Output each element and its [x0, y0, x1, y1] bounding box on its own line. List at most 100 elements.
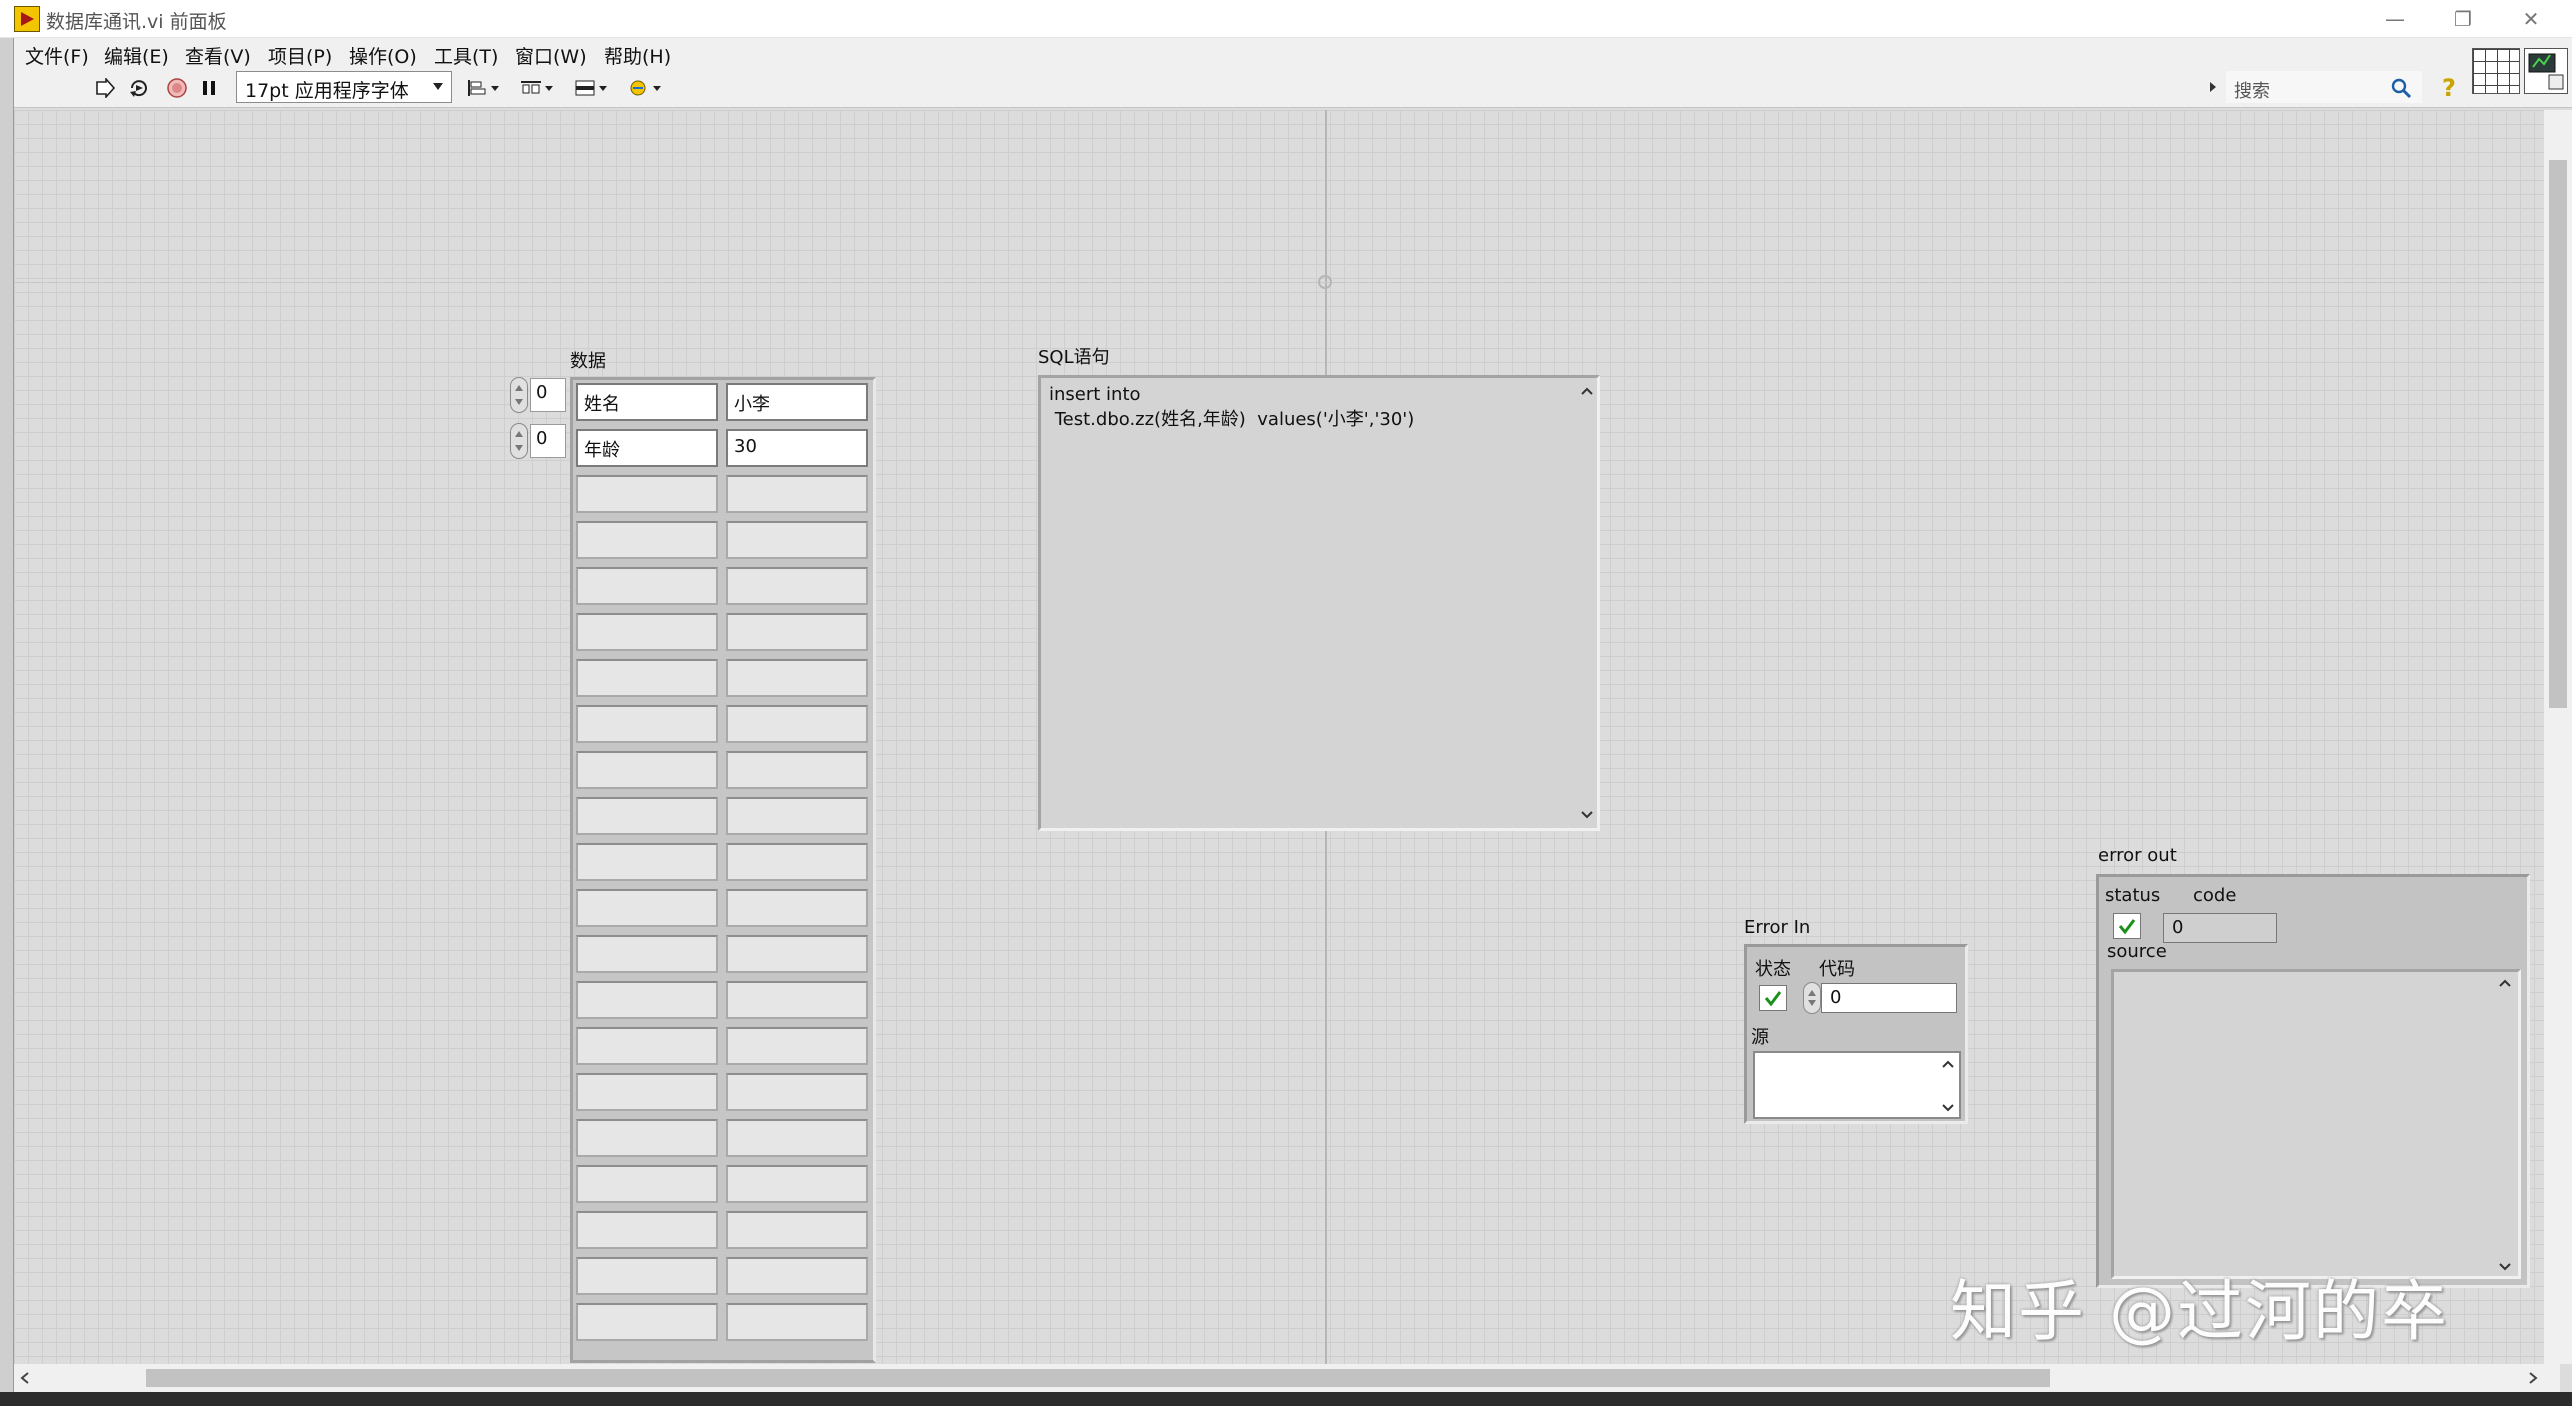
error-out-cluster: status code 0 source — [2096, 874, 2530, 1288]
array-element-empty[interactable] — [576, 1027, 718, 1065]
array-element-empty[interactable] — [576, 1073, 718, 1111]
array-element-empty[interactable] — [576, 751, 718, 789]
error-in-status-checkbox[interactable] — [1759, 985, 1787, 1011]
array-element-empty[interactable] — [576, 613, 718, 651]
array-element-empty[interactable] — [726, 1073, 868, 1111]
array-element-empty[interactable] — [576, 1303, 718, 1341]
toolbar: 17pt 应用程序字体 搜索 ? — [0, 48, 2572, 108]
array-element-empty[interactable] — [726, 1257, 868, 1295]
array-element-empty[interactable] — [576, 1257, 718, 1295]
error-out-label: error out — [2098, 845, 2177, 866]
error-in-source-label: 源 — [1751, 1027, 1769, 1048]
index-row-field[interactable]: 0 — [530, 378, 566, 412]
error-out-status-label: status — [2105, 885, 2161, 906]
array-element-empty[interactable] — [726, 567, 868, 605]
array-element-empty[interactable] — [726, 751, 868, 789]
reorder-icon[interactable] — [626, 76, 664, 100]
sql-label: SQL语句 — [1038, 347, 1110, 368]
array-element-empty[interactable] — [726, 1165, 868, 1203]
menu-view[interactable]: 查看(V) — [185, 42, 251, 69]
array-element-empty[interactable] — [726, 659, 868, 697]
align-objects-icon[interactable] — [464, 76, 502, 100]
array-element-empty[interactable] — [576, 981, 718, 1019]
error-in-source-field[interactable] — [1753, 1051, 1961, 1119]
array-element-empty[interactable] — [726, 705, 868, 743]
array-element-empty[interactable] — [726, 1119, 868, 1157]
array-element-empty[interactable] — [726, 843, 868, 881]
array-element-empty[interactable] — [726, 981, 868, 1019]
menu-project[interactable]: 项目(P) — [268, 42, 332, 69]
array-element-empty[interactable] — [576, 797, 718, 835]
menu-bar: 文件(F) 编辑(E) 查看(V) 项目(P) 操作(O) 工具(T) 窗口(W… — [0, 38, 2572, 68]
array-element-empty[interactable] — [576, 521, 718, 559]
restore-button[interactable]: ❐ — [2432, 0, 2494, 38]
array-element-empty[interactable] — [576, 705, 718, 743]
array-element[interactable]: 年龄 — [576, 429, 718, 467]
distribute-objects-icon[interactable] — [518, 76, 556, 100]
array-element-empty[interactable] — [726, 1027, 868, 1065]
array-element-empty[interactable] — [726, 521, 868, 559]
menu-window[interactable]: 窗口(W) — [515, 42, 587, 69]
error-in-code-spinner[interactable] — [1803, 982, 1821, 1014]
array-element-empty[interactable] — [576, 567, 718, 605]
array-element-empty[interactable] — [726, 1303, 868, 1341]
text-settings-dropdown[interactable]: 17pt 应用程序字体 — [236, 71, 452, 103]
watermark: 知乎 @过河的卒 — [1950, 1273, 2449, 1350]
scroll-right-icon[interactable] — [2526, 1370, 2540, 1386]
array-element-empty[interactable] — [576, 935, 718, 973]
menu-tools[interactable]: 工具(T) — [434, 42, 498, 69]
window-title-bar: 数据库通讯.vi 前面板 — ❐ ✕ — [0, 0, 2572, 38]
pause-icon[interactable] — [196, 76, 222, 100]
run-continuously-icon[interactable] — [126, 76, 152, 100]
array-element-empty[interactable] — [726, 935, 868, 973]
menu-help[interactable]: 帮助(H) — [604, 42, 671, 69]
array-element-empty[interactable] — [576, 889, 718, 927]
index-col-spinner[interactable] — [510, 423, 528, 459]
array-element-empty[interactable] — [726, 889, 868, 927]
error-out-source-label: source — [2107, 941, 2167, 962]
scroll-down-icon[interactable] — [2498, 1262, 2512, 1272]
array-element-empty[interactable] — [726, 613, 868, 651]
checkmark-icon — [2118, 919, 2136, 935]
array-element[interactable]: 30 — [726, 429, 868, 467]
array-element-empty[interactable] — [726, 797, 868, 835]
sql-scrollbar[interactable] — [1575, 378, 1597, 828]
search-expand-icon[interactable] — [2210, 82, 2216, 92]
connector-pane-icon[interactable] — [2472, 48, 2520, 94]
scroll-up-icon[interactable] — [1580, 386, 1594, 396]
index-row-spinner[interactable] — [510, 377, 528, 413]
array-element-empty[interactable] — [726, 1211, 868, 1249]
array-element-empty[interactable] — [726, 475, 868, 513]
horizontal-scroll-thumb[interactable] — [146, 1369, 2050, 1387]
context-help-icon[interactable]: ? — [2436, 74, 2462, 102]
run-icon[interactable] — [92, 76, 118, 100]
abort-execution-icon[interactable] — [164, 76, 190, 100]
array-element-empty[interactable] — [576, 843, 718, 881]
error-in-label: Error In — [1744, 917, 1811, 938]
array-element-empty[interactable] — [576, 659, 718, 697]
labview-vi-icon — [14, 6, 40, 32]
menu-edit[interactable]: 编辑(E) — [104, 42, 169, 69]
array-element[interactable]: 小李 — [726, 383, 868, 421]
scroll-left-icon[interactable] — [18, 1370, 32, 1386]
resize-objects-icon[interactable] — [572, 76, 610, 100]
search-icon[interactable] — [2388, 76, 2414, 100]
vertical-scroll-thumb[interactable] — [2549, 160, 2567, 708]
vi-icon[interactable] — [2524, 48, 2568, 94]
minimize-button[interactable]: — — [2364, 0, 2426, 38]
close-button[interactable]: ✕ — [2500, 0, 2562, 38]
scroll-down-icon[interactable] — [1941, 1103, 1955, 1113]
menu-operate[interactable]: 操作(O) — [349, 42, 417, 69]
scroll-up-icon[interactable] — [1941, 1059, 1955, 1069]
index-col-field[interactable]: 0 — [530, 424, 566, 458]
menu-file[interactable]: 文件(F) — [25, 42, 89, 69]
array-element[interactable]: 姓名 — [576, 383, 718, 421]
array-element-empty[interactable] — [576, 1165, 718, 1203]
error-out-code-field: 0 — [2163, 913, 2277, 943]
array-element-empty[interactable] — [576, 475, 718, 513]
array-element-empty[interactable] — [576, 1211, 718, 1249]
error-in-code-field[interactable]: 0 — [1821, 983, 1957, 1013]
array-element-empty[interactable] — [576, 1119, 718, 1157]
scroll-up-icon[interactable] — [2498, 978, 2512, 988]
scroll-down-icon[interactable] — [1580, 810, 1594, 820]
